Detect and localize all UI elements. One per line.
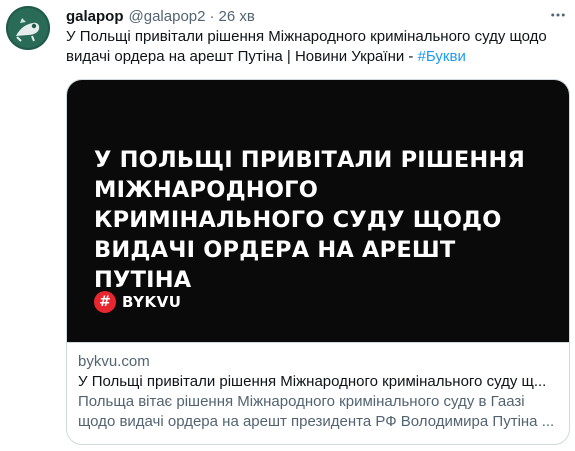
- card-image[interactable]: У ПОЛЬЩІ ПРИВІТАЛИ РІШЕННЯ МІЖНАРОДНОГО …: [67, 80, 569, 343]
- avatar[interactable]: [6, 6, 50, 50]
- tweet-timestamp[interactable]: 26 хв: [218, 8, 254, 25]
- hash-logo-icon: #: [94, 291, 116, 313]
- author-handle[interactable]: @galapop2: [129, 8, 206, 25]
- tweet-body: У Польщі привітали рішення Міжнародного …: [66, 28, 547, 65]
- avatar-illustration: [6, 6, 50, 50]
- author-name[interactable]: galapop: [66, 8, 124, 25]
- card-title[interactable]: У Польщі привітали рішення Міжнародного …: [78, 372, 563, 392]
- separator-dot: ·: [209, 7, 215, 25]
- more-horizontal-icon: [551, 13, 565, 17]
- link-card[interactable]: У ПОЛЬЩІ ПРИВІТАЛИ РІШЕННЯ МІЖНАРОДНОГО …: [66, 79, 570, 445]
- hashtag-link[interactable]: #Букви: [418, 48, 466, 65]
- card-meta: bykvu.com У Польщі привітали рішення Між…: [78, 352, 563, 432]
- card-image-headline: У ПОЛЬЩІ ПРИВІТАЛИ РІШЕННЯ МІЖНАРОДНОГО …: [94, 147, 526, 293]
- brand-name: BYKVU: [122, 293, 182, 311]
- card-description: Польща вітає рішення Міжнародного кримін…: [78, 392, 563, 432]
- card-description-line: Польща вітає рішення Міжнародного кримін…: [78, 393, 525, 410]
- tweet[interactable]: galapop @galapop2 · 26 хв У Польщі приві…: [0, 0, 575, 451]
- tweet-header: galapop @galapop2 · 26 хв: [66, 6, 255, 26]
- card-description-line: щодо видачі ордера на арешт президента Р…: [78, 413, 555, 430]
- tweet-text: У Польщі привітали рішення Міжнародного …: [66, 27, 556, 66]
- more-options-button[interactable]: [547, 4, 569, 26]
- brand-logo-group: # BYKVU: [94, 291, 181, 313]
- card-domain: bykvu.com: [78, 353, 150, 370]
